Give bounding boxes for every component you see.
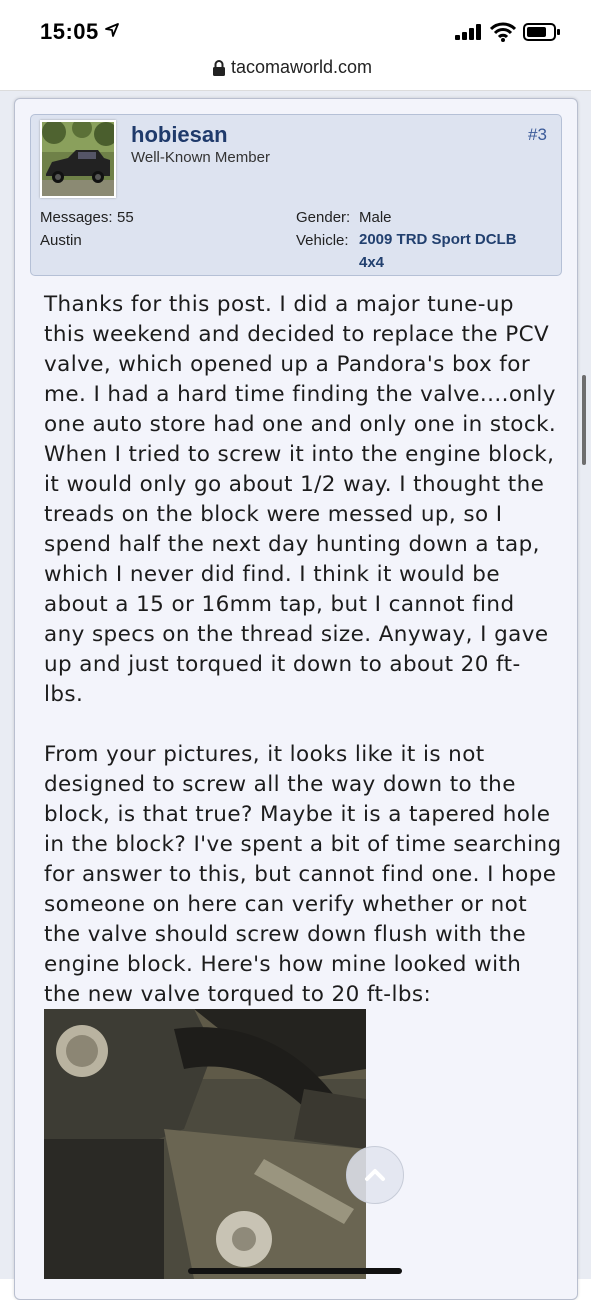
post-text-line: the valve should screw down flush with t… <box>44 922 527 947</box>
post-text-line: treads on the block were messed up, so I <box>44 502 503 527</box>
messages-label: Messages: <box>40 209 113 226</box>
post-text-line: block, is that true? Maybe it is a taper… <box>44 802 551 827</box>
post-text-line: it would only go about 1/2 way. I though… <box>44 472 545 497</box>
post-text-line: any specs on the thread size. Anyway, I … <box>44 622 549 647</box>
post-number-link[interactable]: #3 <box>528 125 547 145</box>
chevron-up-icon <box>365 1169 385 1181</box>
wifi-icon <box>490 22 516 42</box>
scrollbar[interactable] <box>582 375 586 465</box>
lock-icon <box>213 60 225 76</box>
post-image[interactable] <box>44 1009 366 1279</box>
post-text-line: which I never did find. I think it would… <box>44 562 500 587</box>
post-text-line: Thanks for this post. I did a major tune… <box>44 292 514 317</box>
post-text-line: for answer to this, but cannot find one.… <box>44 862 557 887</box>
post-body: Thanks for this post. I did a major tune… <box>44 290 562 1010</box>
vehicle-link-line2[interactable]: 4x4 <box>359 254 384 271</box>
post-text-line: spend half the next day hunting down a t… <box>44 532 540 557</box>
post-text-line: someone on here can verify whether or no… <box>44 892 528 917</box>
username-link[interactable]: hobiesan <box>131 122 228 148</box>
vehicle-label: Vehicle: <box>296 232 349 249</box>
location-arrow-icon <box>105 23 119 37</box>
post-text-line: this weekend and decided to replace the … <box>44 322 550 347</box>
vehicle-link[interactable]: 2009 TRD Sport DCLB <box>359 231 517 248</box>
user-title: Well-Known Member <box>131 149 270 166</box>
post-text-line: designed to screw all the way down to th… <box>44 772 516 797</box>
post-text-line: valve, which opened up a Pandora's box f… <box>44 352 531 377</box>
home-indicator[interactable] <box>188 1268 402 1274</box>
post-text-line: When I tried to screw it into the engine… <box>44 442 555 467</box>
post-text-line: up and just torqued it down to about 20 … <box>44 652 521 677</box>
cellular-signal-icon <box>455 24 481 40</box>
status-time: 15:05 <box>40 19 99 44</box>
status-bar: 15:05 <box>0 0 591 50</box>
address-bar[interactable]: tacomaworld.com <box>0 54 591 82</box>
post-text-line: about a 15 or 16mm tap, but I cannot fin… <box>44 592 515 617</box>
gender-label: Gender: <box>296 209 351 226</box>
scroll-to-top-button[interactable] <box>346 1146 404 1204</box>
post-text-line: engine block. Here's how mine looked wit… <box>44 952 522 977</box>
post-text-line: one auto store had one and only one in s… <box>44 412 557 437</box>
post-text-line: lbs. <box>44 682 84 707</box>
location-value: Austin <box>40 232 82 249</box>
post-text-line: in the block? I've spent a bit of time s… <box>44 832 562 857</box>
battery-icon <box>523 23 560 41</box>
post-text-line: me. I had a hard time finding the valve.… <box>44 382 556 407</box>
post-text-line: From your pictures, it looks like it is … <box>44 742 485 767</box>
paragraph-break <box>44 710 554 740</box>
messages-value: 55 <box>117 209 134 226</box>
post-text-line: the new valve torqued to 20 ft-lbs: <box>44 982 432 1007</box>
gender-value: Male <box>359 209 392 226</box>
url-text[interactable]: tacomaworld.com <box>231 57 372 78</box>
avatar[interactable] <box>40 120 116 198</box>
